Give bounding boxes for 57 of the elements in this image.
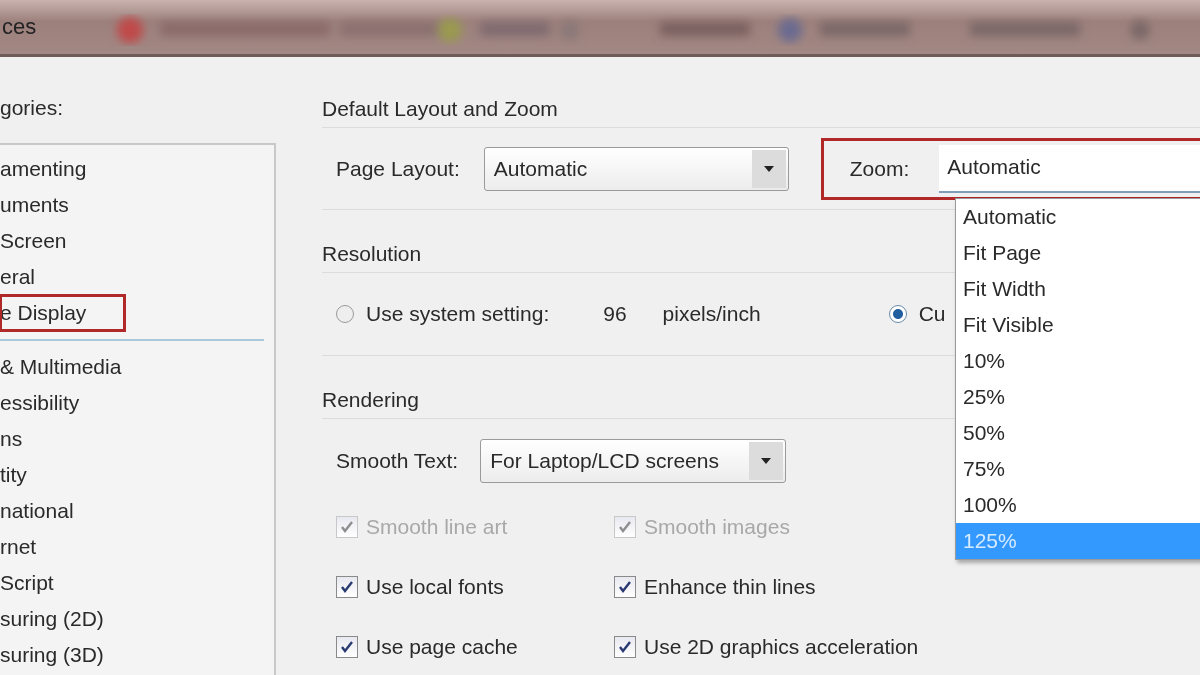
checkbox-label: Use page cache	[366, 635, 518, 659]
checkbox[interactable]	[336, 576, 358, 598]
checkbox[interactable]	[614, 636, 636, 658]
category-item[interactable]: eral	[0, 259, 274, 295]
check-icon	[340, 640, 354, 654]
checkbox[interactable]	[336, 636, 358, 658]
zoom-option[interactable]: Fit Width	[956, 271, 1200, 307]
caret-icon	[763, 165, 774, 172]
category-item[interactable]: amenting	[0, 151, 274, 187]
radio-button[interactable]	[336, 305, 354, 323]
zoom-option[interactable]: 25%	[956, 379, 1200, 415]
checkbox-label: Smooth images	[644, 515, 790, 539]
caret-icon	[761, 458, 772, 464]
zoom-option[interactable]: Fit Visible	[956, 307, 1200, 343]
check-icon	[340, 520, 354, 534]
category-item[interactable]: & Multimedia	[0, 349, 274, 385]
zoom-option[interactable]: Automatic	[956, 199, 1200, 235]
zoom-field[interactable]: Automatic	[939, 144, 1200, 193]
zoom-option[interactable]: 100%	[956, 487, 1200, 523]
zoom-label: Zoom:	[849, 156, 910, 181]
page-layout-dropdown[interactable]: Automatic	[483, 146, 789, 191]
category-item[interactable]: suring (3D)	[0, 637, 274, 673]
category-item[interactable]: suring (2D)	[0, 601, 274, 637]
smooth-text-label: Smooth Text:	[336, 449, 459, 473]
check-icon	[618, 580, 632, 594]
zoom-option[interactable]: 50%	[956, 415, 1200, 451]
radio-label: Use system setting:	[366, 302, 550, 326]
zoom-option[interactable]: Fit Page	[956, 235, 1200, 271]
checkbox-label: Smooth line art	[366, 515, 508, 539]
category-item[interactable]: essibility	[0, 385, 274, 421]
category-item[interactable]: Screen	[0, 223, 274, 259]
category-item[interactable]: uments	[0, 187, 274, 223]
category-item[interactable]: ns	[0, 421, 274, 457]
checkbox[interactable]	[614, 576, 636, 598]
ppi-value: 96	[603, 302, 627, 326]
check-icon	[618, 640, 632, 654]
section-title: Default Layout and Zoom	[322, 96, 558, 122]
checkbox-label: Use 2D graphics acceleration	[644, 635, 919, 659]
category-item[interactable]: rnet	[0, 529, 274, 565]
window-title: ces	[1, 14, 37, 40]
section-title: Rendering	[322, 387, 419, 413]
zoom-option[interactable]: 75%	[956, 451, 1200, 487]
section-title: Resolution	[322, 241, 422, 267]
smooth-text-dropdown[interactable]: For Laptop/LCD screens	[480, 439, 787, 483]
unit-label: pixels/inch	[662, 302, 761, 326]
checkbox-label: Enhance thin lines	[644, 575, 816, 599]
zoom-option[interactable]: 10%	[956, 343, 1200, 379]
radio-label: Cu	[918, 302, 946, 326]
category-item[interactable]: tity	[0, 457, 274, 493]
categories-label: gories:	[0, 96, 65, 121]
category-item[interactable]: Script	[0, 565, 274, 601]
radio-button[interactable]	[888, 305, 907, 323]
check-icon	[340, 580, 354, 594]
category-item[interactable]: national	[0, 493, 274, 529]
checkbox-label: Use local fonts	[366, 575, 504, 599]
page-layout-label: Page Layout:	[336, 156, 460, 181]
check-icon	[618, 520, 632, 534]
